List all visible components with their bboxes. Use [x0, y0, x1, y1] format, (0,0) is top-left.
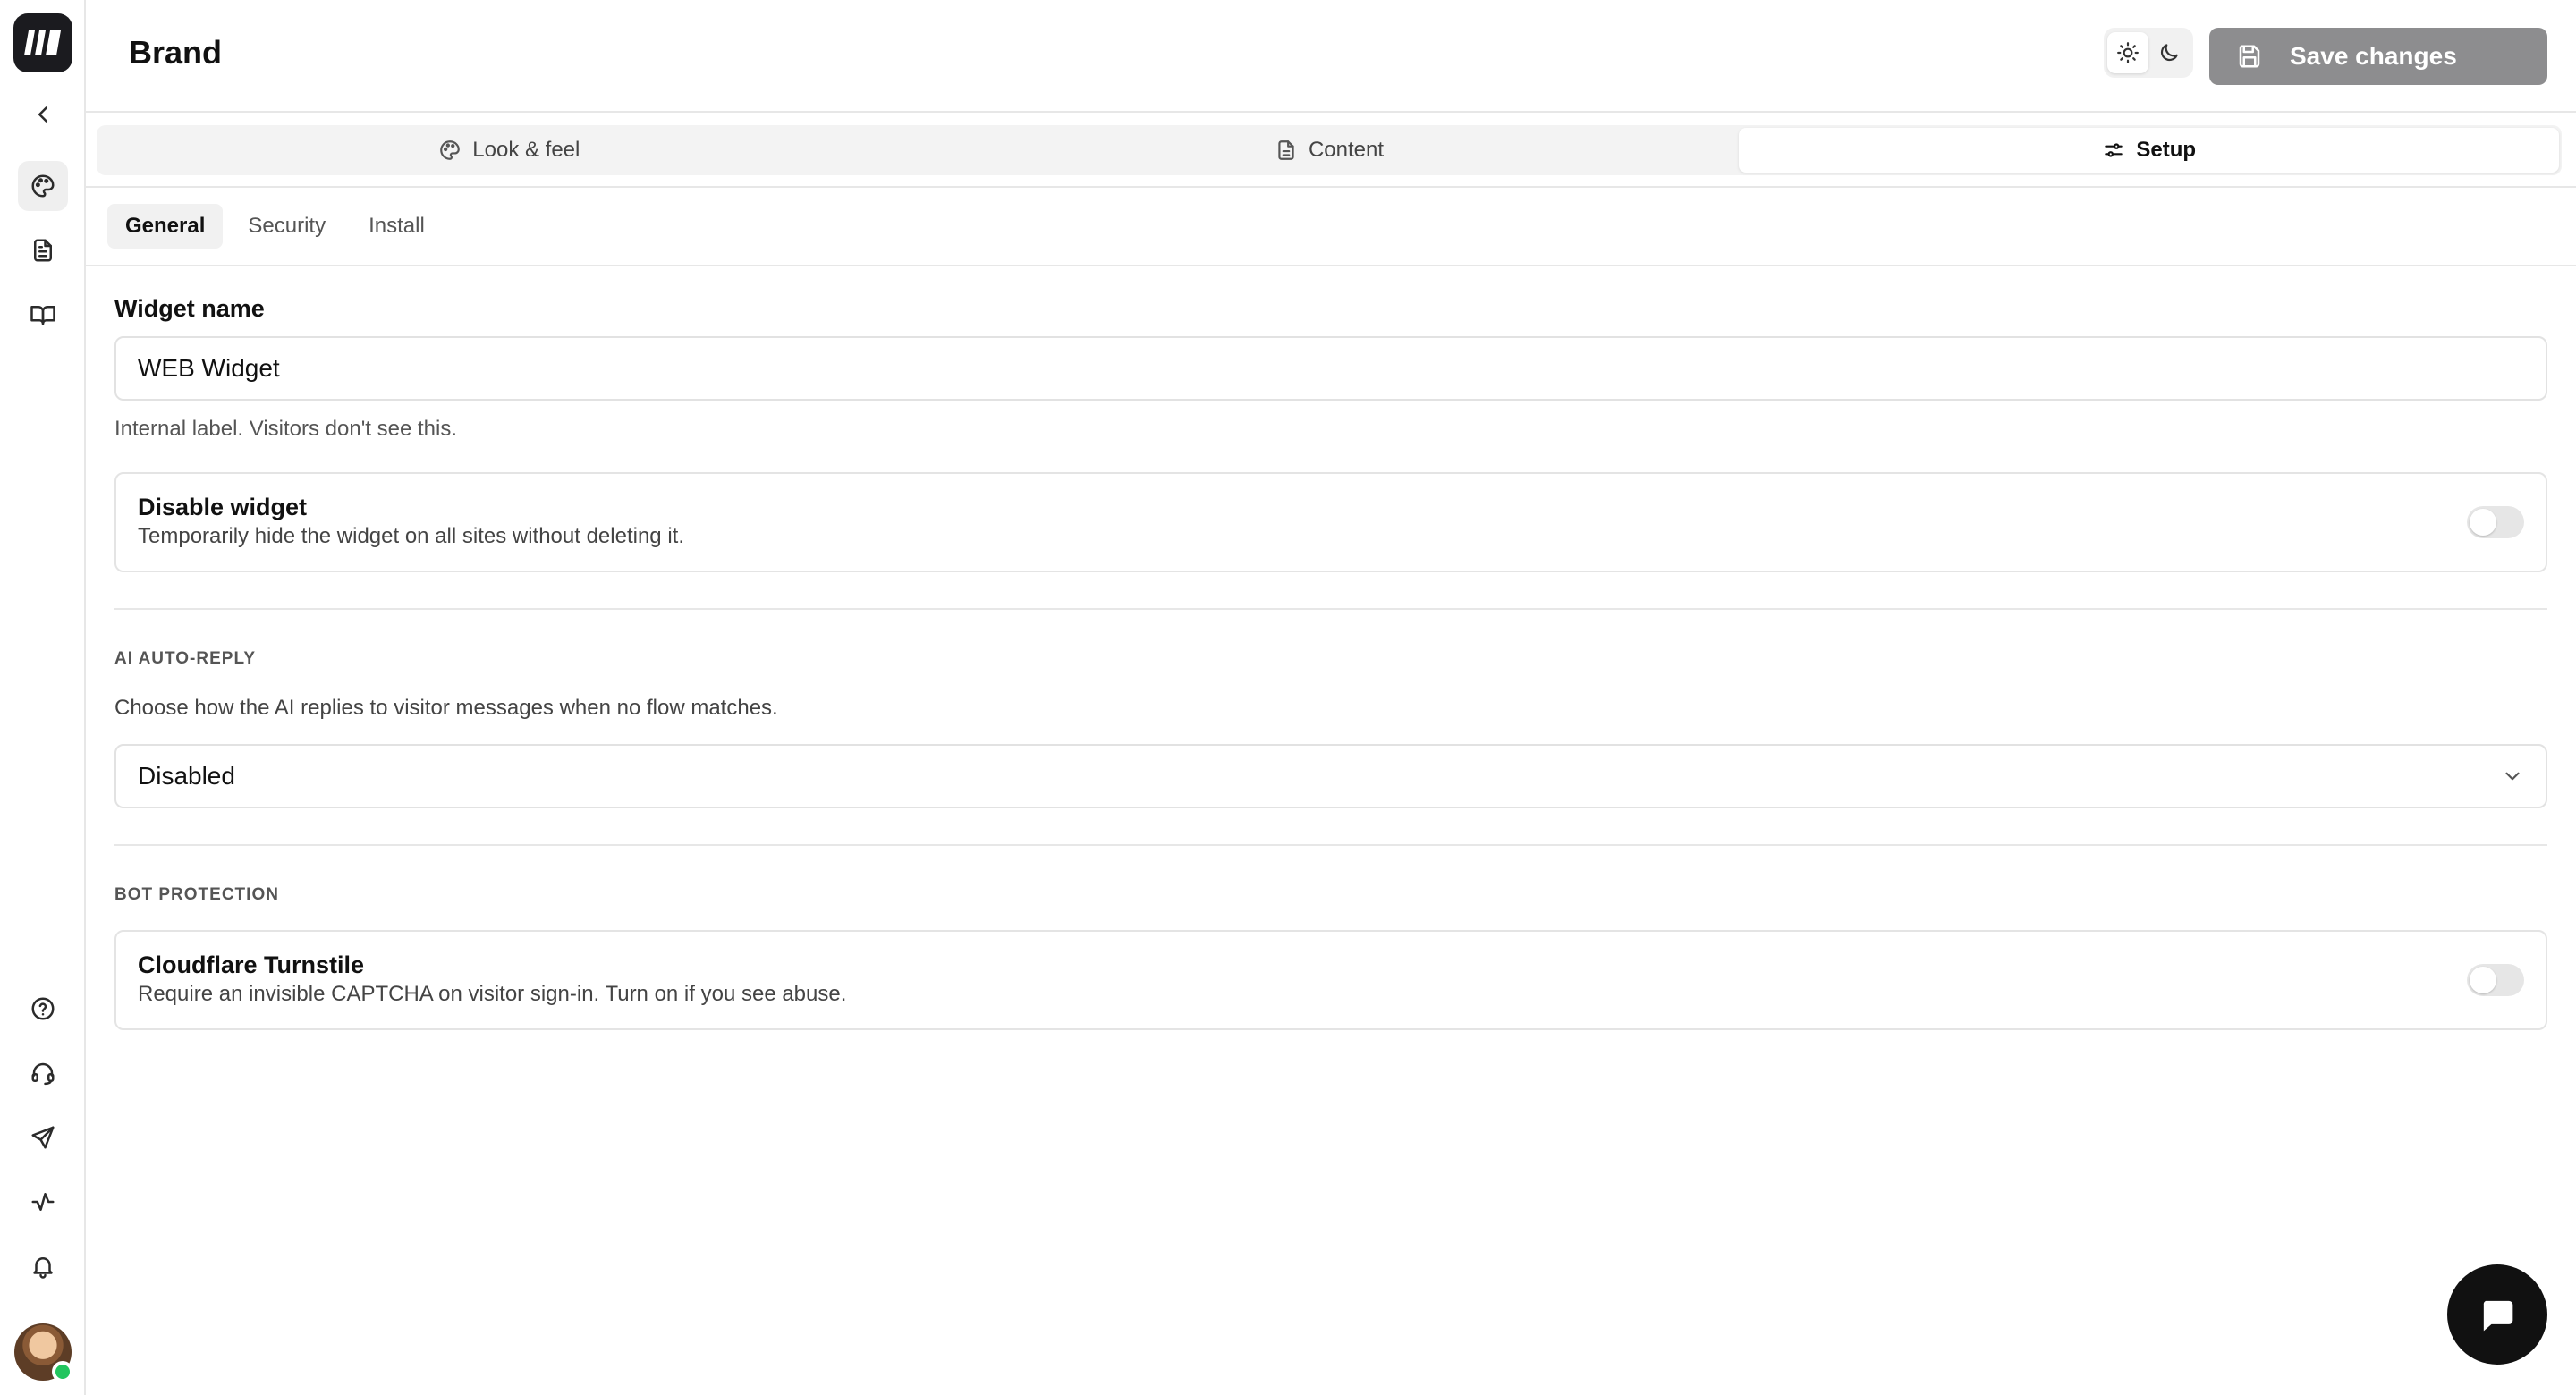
palette-icon [31, 174, 55, 198]
rail-item-notifications[interactable] [18, 1241, 68, 1291]
chevron-down-icon [2505, 772, 2520, 781]
headset-icon [31, 1062, 55, 1086]
rail-item-help[interactable] [18, 984, 68, 1034]
main-tabs: Look & feel Content Setup [97, 125, 2562, 175]
palette-icon [440, 140, 461, 160]
help-icon [31, 997, 55, 1020]
divider [86, 186, 2576, 188]
toggle-knob [2470, 509, 2496, 536]
widget-name-hint: Internal label. Visitors don't see this. [114, 417, 458, 441]
ai-auto-reply-section-label: AI AUTO-REPLY [114, 649, 256, 668]
rail-item-brand[interactable] [18, 161, 68, 211]
widget-name-label: Widget name [114, 295, 265, 322]
subtab-security[interactable]: Security [230, 204, 343, 249]
user-avatar[interactable] [14, 1323, 73, 1382]
cloudflare-turnstile-description: Require an invisible CAPTCHA on visitor … [138, 982, 847, 1006]
rail-item-content[interactable] [18, 225, 68, 275]
tab-setup[interactable]: Setup [1739, 128, 2560, 173]
sub-tabs: General Security Install [107, 204, 450, 249]
bell-icon [33, 1257, 53, 1279]
left-rail [0, 0, 86, 1395]
cloudflare-turnstile-title: Cloudflare Turnstile [138, 951, 365, 978]
cloudflare-turnstile-toggle[interactable] [2467, 964, 2524, 996]
disable-widget-title: Disable widget [138, 494, 308, 520]
page-title: Brand [129, 34, 223, 71]
bot-protection-section-label: BOT PROTECTION [114, 885, 279, 904]
document-icon [34, 239, 52, 262]
light-theme-button[interactable] [2107, 32, 2148, 73]
subtab-install[interactable]: Install [351, 204, 443, 249]
app-logo[interactable] [13, 13, 72, 72]
ai-auto-reply-selected-value: Disabled [138, 762, 235, 790]
page-header: Brand Save changes [86, 0, 2576, 113]
save-changes-button[interactable]: Save changes [2209, 28, 2547, 85]
widget-name-input[interactable] [114, 336, 2547, 401]
divider [86, 265, 2576, 266]
toggle-knob [2470, 967, 2496, 993]
tab-label: Content [1308, 138, 1385, 162]
chat-launcher-button[interactable] [2447, 1264, 2547, 1365]
theme-toggle [2104, 28, 2193, 78]
sun-icon [2117, 42, 2139, 63]
document-icon [1278, 140, 1294, 160]
rail-item-activity[interactable] [18, 1177, 68, 1227]
save-changes-label: Save changes [2290, 42, 2457, 70]
app-window: Brand Save changes Look & feel Content S… [0, 0, 2576, 1395]
collapse-back-button[interactable] [18, 89, 68, 140]
rail-item-docs[interactable] [18, 290, 68, 340]
book-icon [30, 306, 55, 326]
rail-item-send[interactable] [18, 1112, 68, 1162]
subtab-general[interactable]: General [107, 204, 224, 249]
divider [114, 844, 2547, 846]
tab-label: Look & feel [472, 138, 580, 162]
chat-bubble-icon [2483, 1300, 2513, 1332]
moon-icon [2160, 44, 2178, 62]
online-status-dot [52, 1361, 73, 1382]
send-icon [31, 1126, 55, 1149]
tab-look-and-feel[interactable]: Look & feel [99, 128, 919, 173]
sliders-icon [2105, 143, 2123, 157]
save-icon [2239, 45, 2260, 68]
disable-widget-toggle[interactable] [2467, 506, 2524, 538]
activity-icon [31, 1193, 55, 1211]
chevron-left-icon [38, 106, 47, 123]
ai-auto-reply-select[interactable]: Disabled [114, 744, 2547, 808]
cloudflare-turnstile-card: Cloudflare Turnstile Require an invisibl… [114, 930, 2547, 1030]
disable-widget-description: Temporarily hide the widget on all sites… [138, 524, 684, 548]
dark-theme-button[interactable] [2148, 32, 2190, 73]
divider [114, 608, 2547, 610]
ai-auto-reply-description: Choose how the AI replies to visitor mes… [114, 696, 778, 720]
tab-content[interactable]: Content [919, 128, 1740, 173]
disable-widget-card: Disable widget Temporarily hide the widg… [114, 472, 2547, 572]
logo-mark-icon [24, 30, 61, 55]
more-options-button[interactable] [2563, 30, 2576, 82]
tab-label: Setup [2136, 138, 2197, 162]
rail-item-support[interactable] [18, 1048, 68, 1098]
